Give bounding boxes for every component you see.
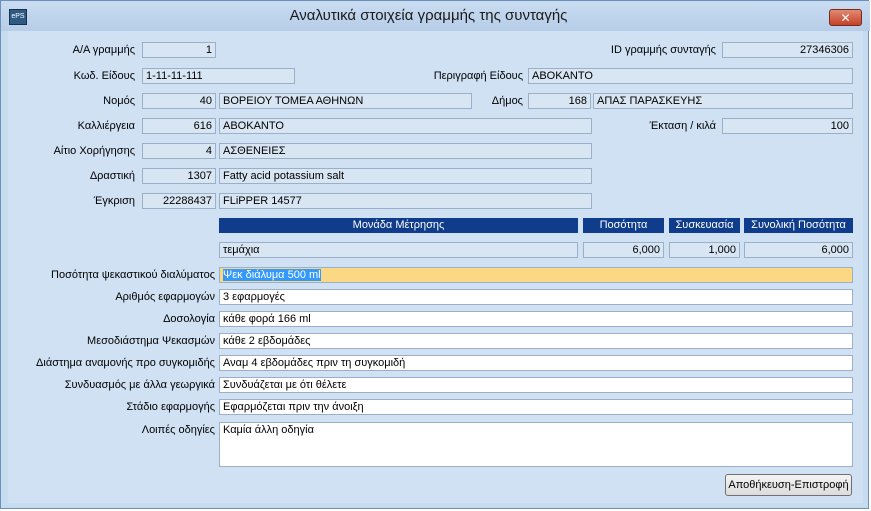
dosage-field[interactable]: κάθε φορά 166 ml bbox=[219, 311, 853, 327]
reason-code-field[interactable]: 4 bbox=[142, 143, 216, 159]
reason-name-field[interactable]: ΑΣΘΕΝΕΙΕΣ bbox=[219, 143, 592, 159]
form-area: Α/Α γραμμής 1 ID γραμμής συνταγής 273463… bbox=[8, 31, 863, 503]
package-field[interactable]: 1,000 bbox=[669, 242, 740, 258]
spray-qty-label: Ποσότητα ψεκαστικού διαλύματος bbox=[51, 269, 215, 281]
total-quantity-field[interactable]: 6,000 bbox=[744, 242, 853, 258]
spray-qty-selected-text: Ψεκ διάλυμα 500 ml bbox=[223, 269, 321, 281]
item-desc-label: Περιγραφή Είδους bbox=[433, 70, 523, 82]
combination-label: Συνδυασμός με άλλα γεωργικά bbox=[64, 379, 215, 391]
interval-field[interactable]: κάθε 2 εβδομάδες bbox=[219, 333, 853, 349]
approval-label: Έγκριση bbox=[93, 195, 135, 207]
municipality-name-field[interactable]: ΑΠΑΣ ΠΑΡΑΣΚΕΥΗΣ bbox=[593, 93, 853, 109]
window-title: Αναλυτικά στοιχεία γραμμής της συνταγής bbox=[289, 7, 568, 24]
active-code-field[interactable]: 1307 bbox=[142, 168, 216, 184]
other-instructions-textarea[interactable]: Καμία άλλη οδηγία bbox=[219, 422, 853, 467]
prefecture-name-field[interactable]: ΒΟΡΕΙΟΥ ΤΟΜΕΑ ΑΘΗΝΩΝ bbox=[219, 93, 472, 109]
pre-harvest-label: Διάστημα αναμονής προ συγκομιδής bbox=[36, 357, 215, 369]
dialog-window: ePS Αναλυτικά στοιχεία γραμμής της συντα… bbox=[0, 0, 870, 509]
quantity-field[interactable]: 6,000 bbox=[583, 242, 664, 258]
stage-label: Στάδιο εφαρμογής bbox=[126, 401, 215, 413]
item-code-label: Κωδ. Είδους bbox=[73, 70, 135, 82]
unit-field[interactable]: τεμάχια bbox=[219, 242, 578, 258]
header-package: Συσκευασία bbox=[669, 218, 740, 233]
interval-label: Μεσοδιάστημα Ψεκασμών bbox=[87, 335, 215, 347]
approval-code-field[interactable]: 22288437 bbox=[142, 193, 216, 209]
pre-harvest-field[interactable]: Αναμ 4 εβδομάδες πριν τη συγκομιδή bbox=[219, 355, 853, 371]
active-label: Δραστική bbox=[89, 170, 135, 182]
item-code-field[interactable]: 1-11-11-111 bbox=[142, 68, 295, 84]
close-button[interactable]: ✕ bbox=[829, 9, 862, 26]
line-no-label: Α/Α γραμμής bbox=[72, 44, 135, 56]
prefecture-code-field[interactable]: 40 bbox=[142, 93, 216, 109]
applications-field[interactable]: 3 εφαρμογές bbox=[219, 289, 853, 305]
crop-code-field[interactable]: 616 bbox=[142, 118, 216, 134]
municipality-code-field[interactable]: 168 bbox=[528, 93, 591, 109]
crop-label: Καλλιέργεια bbox=[77, 120, 135, 132]
area-field[interactable]: 100 bbox=[722, 118, 853, 134]
line-id-field[interactable]: 27346306 bbox=[722, 42, 853, 58]
header-quantity: Ποσότητα bbox=[583, 218, 664, 233]
item-desc-field[interactable]: ΑΒΟΚΑΝΤΟ bbox=[528, 68, 853, 84]
line-id-label: ID γραμμής συνταγής bbox=[610, 44, 716, 56]
area-label: Έκταση / κιλά bbox=[649, 120, 716, 132]
municipality-label: Δήμος bbox=[491, 95, 523, 107]
combination-field[interactable]: Συνδυάζεται με ότι θέλετε bbox=[219, 377, 853, 393]
spray-qty-field[interactable]: Ψεκ διάλυμα 500 ml bbox=[219, 267, 853, 283]
approval-name-field[interactable]: FLiPPER 14577 bbox=[219, 193, 592, 209]
other-label: Λοιπές οδηγίες bbox=[141, 424, 215, 436]
reason-label: Αίτιο Χορήγησης bbox=[53, 145, 135, 157]
stage-field[interactable]: Εφαρμόζεται πριν την άνοιξη bbox=[219, 399, 853, 415]
header-unit: Μονάδα Μέτρησης bbox=[219, 218, 578, 233]
title-bar[interactable]: ePS Αναλυτικά στοιχεία γραμμής της συντα… bbox=[1, 1, 870, 31]
header-total: Συνολική Ποσότητα bbox=[744, 218, 853, 233]
dosage-label: Δοσολογία bbox=[163, 313, 215, 325]
applications-label: Αριθμός εφαρμογών bbox=[115, 291, 215, 303]
crop-name-field[interactable]: ΑΒΟΚΑΝΤΟ bbox=[219, 118, 592, 134]
line-no-field[interactable]: 1 bbox=[142, 42, 216, 58]
prefecture-label: Νομός bbox=[103, 95, 135, 107]
save-return-button[interactable]: Αποθήκευση-Επιστροφή bbox=[725, 474, 852, 496]
active-name-field[interactable]: Fatty acid potassium salt bbox=[219, 168, 592, 184]
